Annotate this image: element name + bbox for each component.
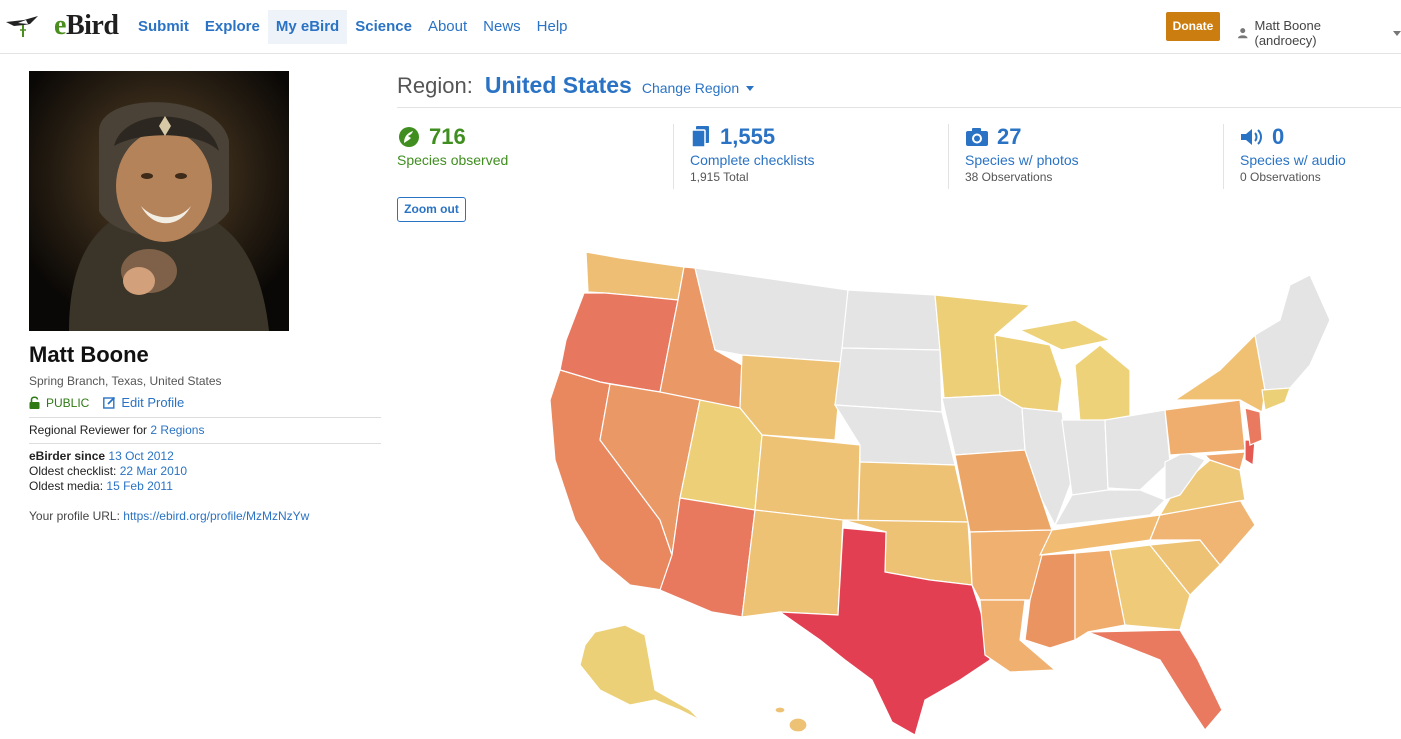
divider <box>29 417 381 418</box>
user-menu[interactable]: Matt Boone (androecy) <box>1237 18 1401 48</box>
ebirder-dates: eBirder since 13 Oct 2012 Oldest checkli… <box>29 449 187 494</box>
top-navbar: eBird Submit Explore My eBird Science Ab… <box>0 0 1401 54</box>
state-michigan[interactable] <box>1074 344 1131 423</box>
photos-observations: 38 Observations <box>965 170 1053 184</box>
camera-icon <box>966 128 988 146</box>
state-new-england[interactable] <box>1254 274 1331 391</box>
state-south-dakota[interactable] <box>834 347 943 413</box>
stat-checklists[interactable]: 1,555 Complete checklists 1,915 Total <box>690 124 815 184</box>
oldest-checklist-date[interactable]: 22 Mar 2010 <box>120 464 187 478</box>
public-badge: PUBLIC <box>46 395 90 410</box>
state-florida[interactable] <box>1087 629 1223 731</box>
state-connecticut[interactable] <box>1261 387 1291 411</box>
state-pennsylvania[interactable] <box>1164 399 1246 456</box>
nav-news[interactable]: News <box>475 10 529 44</box>
chevron-down-icon <box>746 85 755 91</box>
profile-url-row: Your profile URL: https://ebird.org/prof… <box>29 509 309 523</box>
nav-science[interactable]: Science <box>347 10 420 44</box>
reviewer-prefix: Regional Reviewer for <box>29 423 148 437</box>
profile-photo <box>29 71 289 331</box>
checklists-label: Complete checklists <box>690 152 815 168</box>
edit-icon <box>103 396 116 409</box>
profile-name: Matt Boone <box>29 342 149 367</box>
stat-species-observed[interactable]: 716 Species observed <box>397 124 508 168</box>
state-ohio[interactable] <box>1104 409 1171 491</box>
divider <box>673 124 674 189</box>
checklists-count: 1,555 <box>720 124 776 149</box>
nav-my-ebird[interactable]: My eBird <box>267 10 348 44</box>
nav-help[interactable]: Help <box>529 10 576 44</box>
ebird-logo-icon[interactable] <box>4 10 40 40</box>
us-species-map[interactable] <box>540 240 1340 739</box>
species-label: Species observed <box>397 152 509 168</box>
logo-e: e <box>54 10 66 41</box>
state-new-mexico[interactable] <box>741 509 844 618</box>
species-count: 716 <box>429 124 466 149</box>
profile-location: Spring Branch, Texas, United States <box>29 374 222 388</box>
user-name: Matt Boone (androecy) <box>1254 18 1321 48</box>
main-nav: Submit Explore My eBird Science About Ne… <box>130 10 576 44</box>
state-alaska[interactable] <box>579 624 701 721</box>
state-new-york[interactable] <box>1173 333 1266 413</box>
photos-label: Species w/ photos <box>965 152 1079 168</box>
edit-profile-label: Edit Profile <box>121 395 185 410</box>
region-label: Region: <box>397 73 473 98</box>
state-colorado[interactable] <box>754 434 861 523</box>
chevron-down-icon <box>1393 30 1401 36</box>
stat-audio[interactable]: 0 Species w/ audio 0 Observations <box>1240 124 1346 184</box>
checklist-icon <box>691 126 709 148</box>
donate-button[interactable]: Donate <box>1166 12 1220 41</box>
oldest-checklist-label: Oldest checklist: <box>29 464 117 478</box>
species-icon <box>399 127 419 147</box>
audio-count: 0 <box>1272 124 1285 149</box>
audio-observations: 0 Observations <box>1240 170 1321 184</box>
nav-submit[interactable]: Submit <box>130 10 197 44</box>
oldest-media-date[interactable]: 15 Feb 2011 <box>106 479 173 493</box>
unlock-icon <box>29 396 40 409</box>
stat-photos[interactable]: 27 Species w/ photos 38 Observations <box>965 124 1079 184</box>
state-hawaii[interactable] <box>788 717 808 733</box>
user-icon <box>1237 28 1248 39</box>
regional-reviewer-text: Regional Reviewer for 2 Regions <box>29 423 204 437</box>
region-header: Region: United States Change Region <box>397 72 1401 108</box>
region-name[interactable]: United States <box>485 72 632 99</box>
state-kansas[interactable] <box>857 461 969 523</box>
profile-url-label: Your profile URL: <box>29 509 120 523</box>
state-hawaii-island[interactable] <box>774 706 786 714</box>
change-region-dropdown[interactable]: Change Region <box>641 80 755 96</box>
divider <box>1223 124 1224 189</box>
ebird-wordmark[interactable]: eBird <box>54 10 119 42</box>
change-region-label: Change Region <box>641 80 740 96</box>
photos-count: 27 <box>997 124 1022 149</box>
speaker-icon <box>1241 129 1262 145</box>
zoom-out-button[interactable]: Zoom out <box>397 197 466 222</box>
logo-bird: Bird <box>65 10 119 41</box>
ebirder-since-label: eBirder since <box>29 449 106 463</box>
divider <box>948 124 949 189</box>
ebirder-since-date[interactable]: 13 Oct 2012 <box>108 449 173 463</box>
regions-link[interactable]: 2 Regions <box>150 423 204 437</box>
state-montana[interactable] <box>694 267 849 363</box>
nav-about[interactable]: About <box>420 10 475 44</box>
state-iowa[interactable] <box>941 394 1026 456</box>
profile-url-link[interactable]: https://ebird.org/profile/MzMzNzYw <box>123 509 309 523</box>
divider <box>29 443 381 444</box>
nav-explore[interactable]: Explore <box>197 10 268 44</box>
checklists-total: 1,915 Total <box>690 170 749 184</box>
profile-visibility-row: PUBLIC Edit Profile <box>29 395 184 410</box>
audio-label: Species w/ audio <box>1240 152 1346 168</box>
state-north-dakota[interactable] <box>841 289 941 351</box>
oldest-media-label: Oldest media: <box>29 479 104 493</box>
edit-profile-link[interactable]: Edit Profile <box>103 395 184 410</box>
